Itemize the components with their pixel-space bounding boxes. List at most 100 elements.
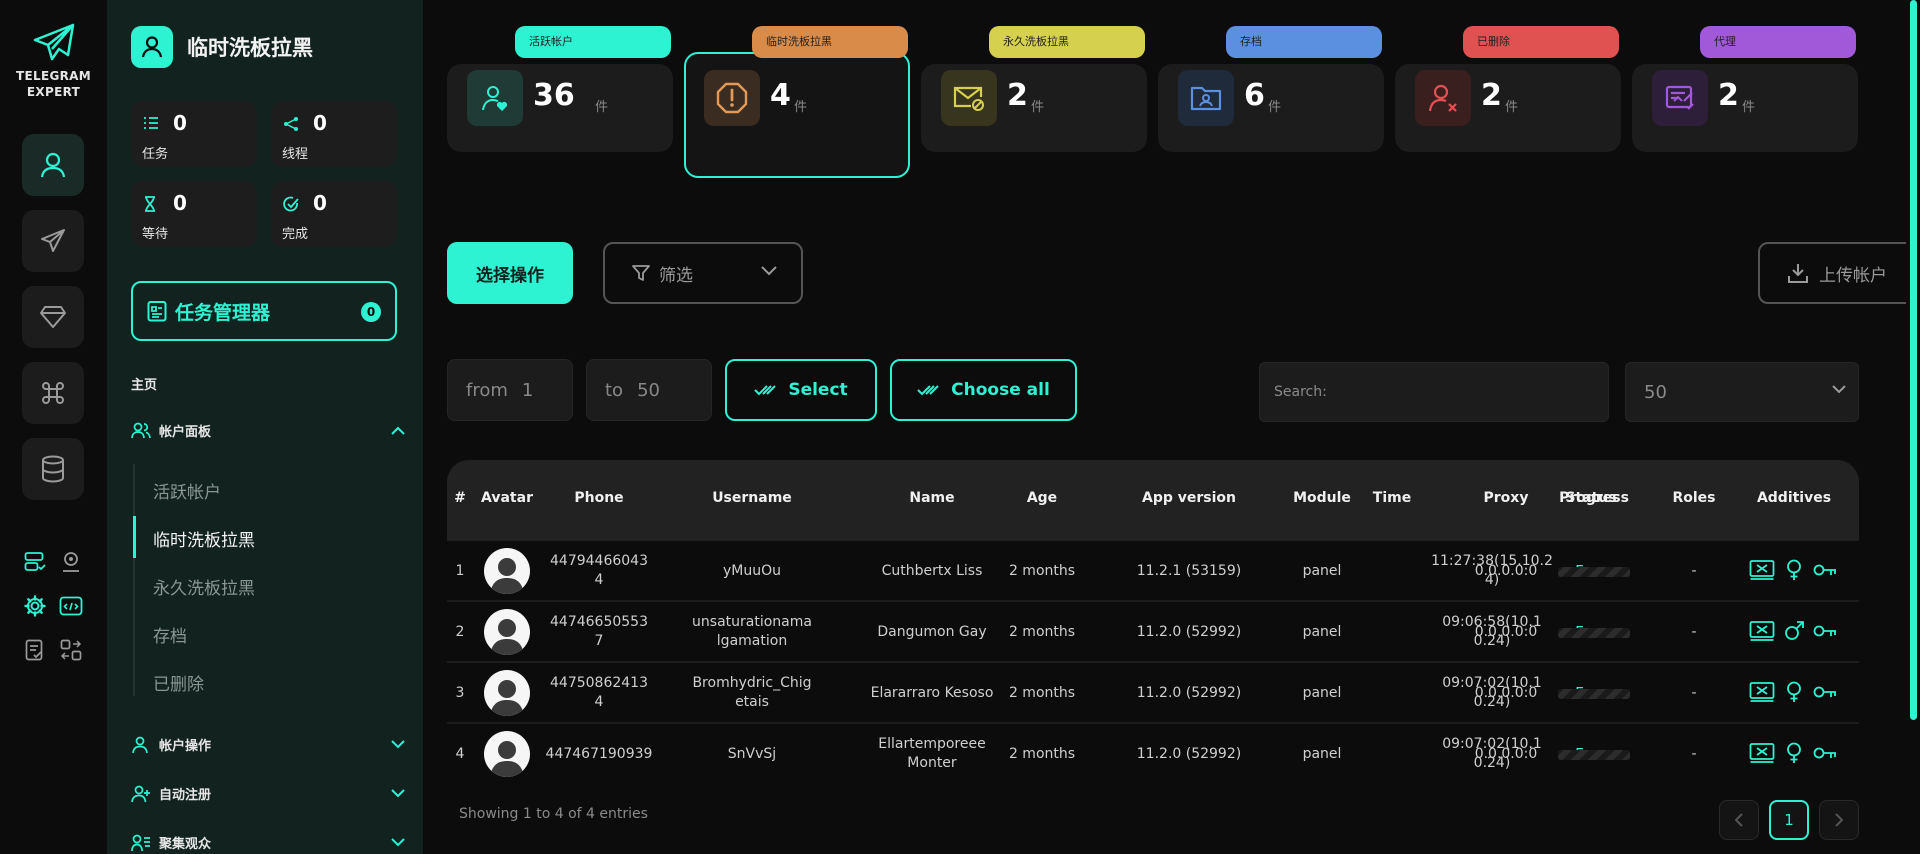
card-icon-box bbox=[467, 70, 523, 126]
card-unit: 件 bbox=[595, 100, 609, 115]
progress-bar bbox=[1558, 689, 1630, 699]
card-archive[interactable]: 存档 6 件 bbox=[1158, 26, 1384, 152]
card-proxy[interactable]: 代理 2 件 bbox=[1632, 26, 1858, 152]
nav-send-button[interactable] bbox=[22, 210, 84, 272]
cell-phone-line: 4 bbox=[594, 694, 604, 710]
key-button[interactable] bbox=[1813, 681, 1837, 703]
cell-number: 4 bbox=[455, 746, 465, 762]
avatar[interactable] bbox=[131, 26, 173, 68]
home-link[interactable]: 主页 bbox=[131, 374, 157, 393]
stat-value: 0 bbox=[313, 191, 327, 215]
nav-database-button[interactable] bbox=[22, 438, 84, 500]
user-icon bbox=[141, 36, 163, 58]
page-button-1[interactable]: 1 bbox=[1769, 800, 1809, 840]
select-action-button[interactable]: 选择操作 bbox=[447, 242, 573, 304]
sidebar-item-active-accounts[interactable]: 活跃帐户 bbox=[153, 478, 221, 503]
account-actions-toggle[interactable]: 帐户操作 bbox=[131, 735, 405, 754]
table-row[interactable]: 3 44750862413 4 Bromhydric_Chig etais Elararr… bbox=[447, 662, 1859, 722]
cell-username: SnVvSj bbox=[667, 745, 837, 764]
card-icon-box bbox=[1178, 70, 1234, 126]
nav-premium-button[interactable] bbox=[22, 286, 84, 348]
user-plus-icon bbox=[131, 785, 150, 802]
col-header-additives[interactable]: Additives bbox=[1749, 490, 1839, 506]
from-label: from bbox=[466, 379, 508, 401]
card-count: 4 bbox=[770, 78, 791, 113]
gather-audience-toggle[interactable]: 聚集观众 bbox=[131, 833, 405, 852]
page-scrollbar[interactable] bbox=[1906, 0, 1920, 854]
cell-phone-line: 7 bbox=[594, 633, 604, 649]
gender-button[interactable] bbox=[1783, 681, 1805, 703]
filter-dropdown[interactable]: 筛选 bbox=[603, 242, 803, 304]
window-x-icon bbox=[1749, 743, 1775, 763]
location-button[interactable] bbox=[58, 549, 84, 575]
range-from-input[interactable]: from 1 bbox=[447, 359, 573, 421]
avatar[interactable] bbox=[484, 670, 530, 716]
scrollbar-thumb[interactable] bbox=[1910, 0, 1917, 720]
next-page-button[interactable] bbox=[1819, 800, 1859, 840]
page-size-select[interactable]: 50 bbox=[1625, 362, 1859, 422]
avatar[interactable] bbox=[484, 609, 530, 655]
gear-icon bbox=[24, 595, 46, 617]
cell-number: 1 bbox=[455, 563, 465, 579]
sidebar-item-archive[interactable]: 存档 bbox=[153, 622, 187, 647]
tasks-list-button[interactable] bbox=[22, 637, 48, 663]
settings-button[interactable] bbox=[22, 593, 48, 619]
col-header-number[interactable]: # bbox=[453, 490, 467, 506]
sidebar-item-perm-ban[interactable]: 永久洗板拉黑 bbox=[153, 574, 255, 599]
nav-commands-button[interactable] bbox=[22, 362, 84, 424]
chevron-right-icon bbox=[1835, 813, 1843, 827]
select-range-button[interactable]: Select bbox=[725, 359, 877, 421]
key-button[interactable] bbox=[1813, 742, 1837, 764]
avatar[interactable] bbox=[484, 731, 530, 777]
table-row[interactable]: 4 447467190939 SnVvSj Ellartemporeee Monter 2… bbox=[447, 723, 1859, 782]
key-icon bbox=[1813, 686, 1836, 698]
cell-phone-line: 44750862413 bbox=[550, 675, 648, 691]
default-avatar-icon bbox=[490, 619, 524, 655]
range-to-input[interactable]: to 50 bbox=[586, 359, 712, 421]
code-window-button[interactable] bbox=[58, 593, 84, 619]
avatar[interactable] bbox=[484, 548, 530, 594]
database-icon bbox=[42, 455, 64, 483]
filter-label: 筛选 bbox=[659, 265, 693, 286]
stat-label: 线程 bbox=[282, 147, 309, 162]
prev-page-button[interactable] bbox=[1719, 800, 1759, 840]
choose-all-button[interactable]: Choose all bbox=[890, 359, 1077, 421]
card-active-accounts[interactable]: 活跃帐户 36 件 bbox=[447, 26, 673, 152]
account-panel-label: 帐户面板 bbox=[159, 425, 212, 440]
table-row[interactable]: 1 44794466043 4 yMuuOu Cuthbertx Liss 2 month… bbox=[447, 540, 1859, 600]
col-header-phone[interactable]: Phone bbox=[539, 490, 659, 506]
gender-button[interactable] bbox=[1783, 742, 1805, 764]
stat-waiting: 0 等待 bbox=[131, 181, 257, 247]
task-manager-button[interactable]: 任务管理器 0 bbox=[131, 281, 397, 341]
swap-button[interactable] bbox=[58, 637, 84, 663]
card-unit: 件 bbox=[1268, 100, 1282, 115]
session-window-button[interactable] bbox=[1749, 681, 1775, 703]
key-button[interactable] bbox=[1813, 620, 1837, 642]
card-deleted[interactable]: 已删除 2 件 bbox=[1395, 26, 1621, 152]
key-button[interactable] bbox=[1813, 559, 1837, 581]
table-row[interactable]: 2 44746650553 7 unsaturationama lgamation Dan… bbox=[447, 601, 1859, 661]
cell-username-line: etais bbox=[735, 694, 769, 710]
progress-bar bbox=[1558, 628, 1630, 638]
col-header-avatar[interactable]: Avatar bbox=[477, 490, 537, 506]
col-header-roles[interactable]: Roles bbox=[1649, 490, 1739, 506]
card-temp-ban[interactable]: 临时洗板拉黑 4 件 bbox=[684, 26, 910, 178]
gender-button[interactable] bbox=[1783, 620, 1805, 642]
auto-register-toggle[interactable]: 自动注册 bbox=[131, 784, 405, 803]
cell-phone-line: 44794466043 bbox=[550, 553, 648, 569]
session-window-button[interactable] bbox=[1749, 620, 1775, 642]
account-panel-toggle[interactable]: 帐户面板 bbox=[131, 421, 405, 440]
sidebar-item-deleted[interactable]: 已删除 bbox=[153, 670, 204, 695]
session-window-button[interactable] bbox=[1749, 559, 1775, 581]
session-window-button[interactable] bbox=[1749, 742, 1775, 764]
gender-button[interactable] bbox=[1783, 559, 1805, 581]
upload-accounts-button[interactable]: 上传帐户 bbox=[1758, 242, 1916, 304]
search-input[interactable] bbox=[1259, 362, 1609, 422]
col-header-username[interactable]: Username bbox=[667, 490, 837, 506]
card-perm-ban[interactable]: 永久洗板拉黑 2 件 bbox=[921, 26, 1147, 152]
nav-accounts-button[interactable] bbox=[22, 134, 84, 196]
sidebar-item-temp-ban[interactable]: 临时洗板拉黑 bbox=[153, 526, 255, 551]
col-header-progress[interactable]: Progress bbox=[1549, 490, 1639, 506]
server-check-button[interactable] bbox=[22, 549, 48, 575]
stat-label: 完成 bbox=[282, 227, 309, 242]
